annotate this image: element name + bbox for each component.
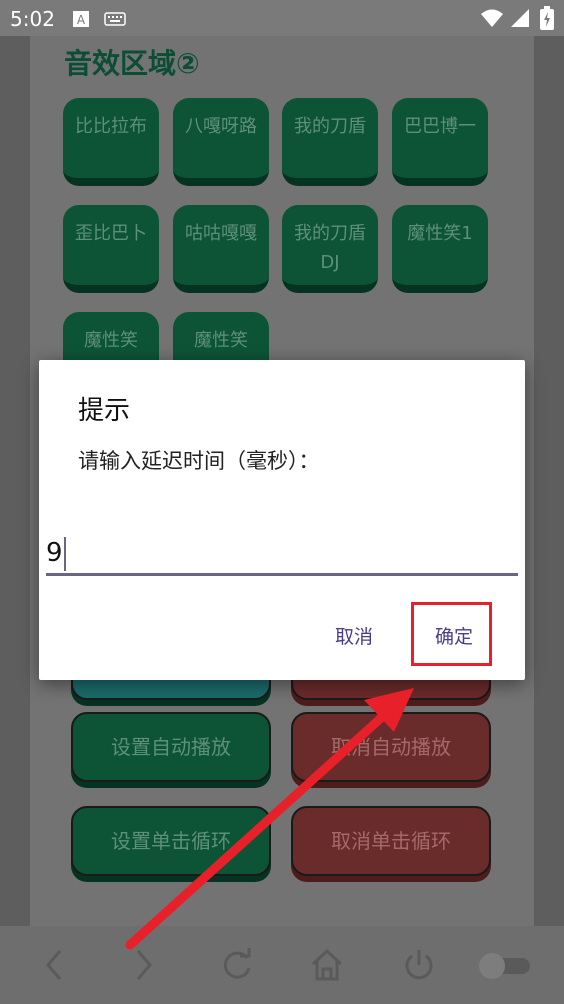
red-arrow-annotation <box>125 688 414 950</box>
